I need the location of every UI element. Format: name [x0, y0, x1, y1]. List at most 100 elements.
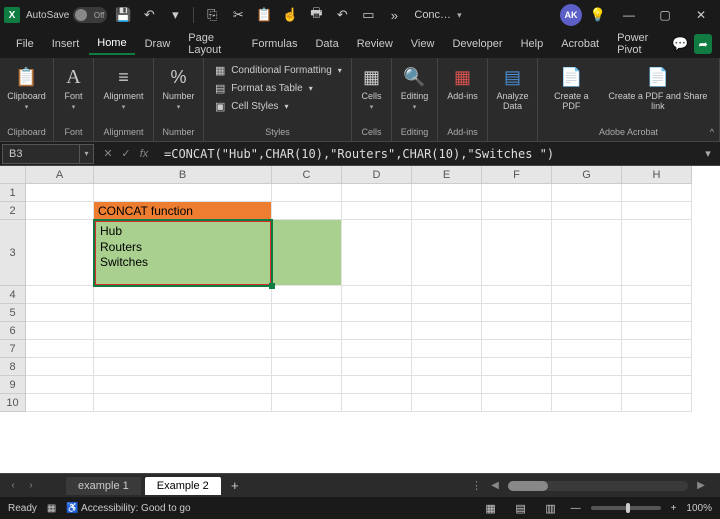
cell[interactable]: [482, 394, 552, 412]
maximize-button[interactable]: ▢: [650, 1, 680, 29]
lightbulb-icon[interactable]: 💡: [588, 5, 608, 25]
cell[interactable]: [622, 394, 692, 412]
cell[interactable]: [552, 358, 622, 376]
expand-formula-icon[interactable]: ▾: [700, 146, 716, 162]
cell[interactable]: [482, 184, 552, 202]
cell[interactable]: [26, 358, 94, 376]
touch-icon[interactable]: ☝: [280, 5, 300, 25]
cell-styles[interactable]: ▣Cell Styles▾: [211, 98, 344, 114]
cell[interactable]: [552, 184, 622, 202]
page-layout-view-icon[interactable]: ▤: [511, 500, 531, 516]
cell[interactable]: [622, 358, 692, 376]
cell[interactable]: [412, 376, 482, 394]
cell-c3[interactable]: [272, 220, 342, 286]
menu-view[interactable]: View: [403, 34, 443, 54]
cell[interactable]: [272, 286, 342, 304]
close-button[interactable]: ✕: [686, 1, 716, 29]
cell[interactable]: [412, 304, 482, 322]
menu-pagelayout[interactable]: Page Layout: [180, 28, 241, 60]
cell[interactable]: [94, 394, 272, 412]
create-pdf-button[interactable]: 📄Create a PDF: [544, 62, 599, 114]
prev-sheet-icon[interactable]: ‹: [6, 479, 20, 493]
cell[interactable]: [26, 184, 94, 202]
more-icon[interactable]: »: [384, 5, 404, 25]
cell[interactable]: [412, 358, 482, 376]
menu-file[interactable]: File: [8, 34, 42, 54]
menu-formulas[interactable]: Formulas: [244, 34, 306, 54]
cell[interactable]: [272, 184, 342, 202]
scroll-right-icon[interactable]: ▶: [694, 479, 708, 493]
name-box[interactable]: B3: [2, 144, 80, 164]
cell[interactable]: [26, 286, 94, 304]
cell[interactable]: [272, 394, 342, 412]
cell[interactable]: [552, 286, 622, 304]
autosave-toggle[interactable]: AutoSave Off: [26, 7, 107, 23]
print-icon[interactable]: 🖶: [306, 5, 326, 25]
cell[interactable]: [94, 304, 272, 322]
cell[interactable]: [622, 376, 692, 394]
cell[interactable]: [482, 358, 552, 376]
menu-developer[interactable]: Developer: [444, 34, 510, 54]
redo-icon[interactable]: ▾: [165, 5, 185, 25]
cell[interactable]: [552, 202, 622, 220]
cells-button[interactable]: ▦Cells▾: [357, 62, 387, 113]
cell[interactable]: [622, 202, 692, 220]
formula-bar[interactable]: =CONCAT("Hub",CHAR(10),"Routers",CHAR(10…: [158, 147, 700, 161]
cell[interactable]: [482, 202, 552, 220]
minimize-button[interactable]: ―: [614, 1, 644, 29]
user-avatar[interactable]: AK: [560, 4, 582, 26]
cell[interactable]: [482, 322, 552, 340]
cell[interactable]: [26, 304, 94, 322]
cut-icon[interactable]: ✂: [228, 5, 248, 25]
menu-draw[interactable]: Draw: [137, 34, 179, 54]
row-header-1[interactable]: 1: [0, 184, 26, 202]
cell[interactable]: [552, 304, 622, 322]
menu-insert[interactable]: Insert: [44, 34, 88, 54]
spreadsheet-grid[interactable]: ABCDEFGH12345678910CONCAT functionHub Ro…: [0, 166, 720, 473]
enter-formula-icon[interactable]: ✓: [118, 146, 134, 162]
scroll-left-icon[interactable]: ◀: [488, 479, 502, 493]
zoom-level[interactable]: 100%: [686, 503, 712, 514]
cell[interactable]: [342, 358, 412, 376]
cancel-formula-icon[interactable]: ✕: [100, 146, 116, 162]
row-header-10[interactable]: 10: [0, 394, 26, 412]
stats-icon[interactable]: ▦: [47, 503, 56, 514]
col-header-C[interactable]: C: [272, 166, 342, 184]
font-button[interactable]: AFont▾: [59, 62, 89, 113]
clipboard-button[interactable]: 📋Clipboard▾: [5, 62, 48, 113]
cell[interactable]: [552, 220, 622, 286]
cell[interactable]: [412, 394, 482, 412]
fill-handle[interactable]: [269, 283, 275, 289]
cell[interactable]: [342, 376, 412, 394]
cell[interactable]: [482, 286, 552, 304]
cell[interactable]: [622, 340, 692, 358]
cell[interactable]: [482, 220, 552, 286]
cell[interactable]: [412, 322, 482, 340]
cell[interactable]: [26, 202, 94, 220]
analyze-button[interactable]: ▤Analyze Data: [494, 62, 531, 114]
cell[interactable]: [94, 340, 272, 358]
cell[interactable]: [412, 286, 482, 304]
col-header-D[interactable]: D: [342, 166, 412, 184]
share-button[interactable]: ➦: [694, 34, 712, 54]
cell[interactable]: [94, 286, 272, 304]
save-icon[interactable]: 💾: [113, 5, 133, 25]
zoom-out-button[interactable]: ―: [571, 503, 581, 514]
horizontal-scrollbar[interactable]: [508, 481, 688, 491]
cell[interactable]: [342, 322, 412, 340]
cell[interactable]: [622, 220, 692, 286]
cell[interactable]: [94, 184, 272, 202]
cell[interactable]: [482, 340, 552, 358]
fx-icon[interactable]: fx: [136, 146, 152, 162]
number-button[interactable]: %Number▾: [160, 62, 196, 113]
cell[interactable]: [94, 358, 272, 376]
cell[interactable]: [272, 340, 342, 358]
format-as-table[interactable]: ▤Format as Table▾: [211, 80, 344, 96]
cell[interactable]: [412, 184, 482, 202]
col-header-H[interactable]: H: [622, 166, 692, 184]
cell[interactable]: [272, 202, 342, 220]
menu-review[interactable]: Review: [349, 34, 401, 54]
next-sheet-icon[interactable]: ›: [24, 479, 38, 493]
cell[interactable]: [342, 394, 412, 412]
col-header-B[interactable]: B: [94, 166, 272, 184]
